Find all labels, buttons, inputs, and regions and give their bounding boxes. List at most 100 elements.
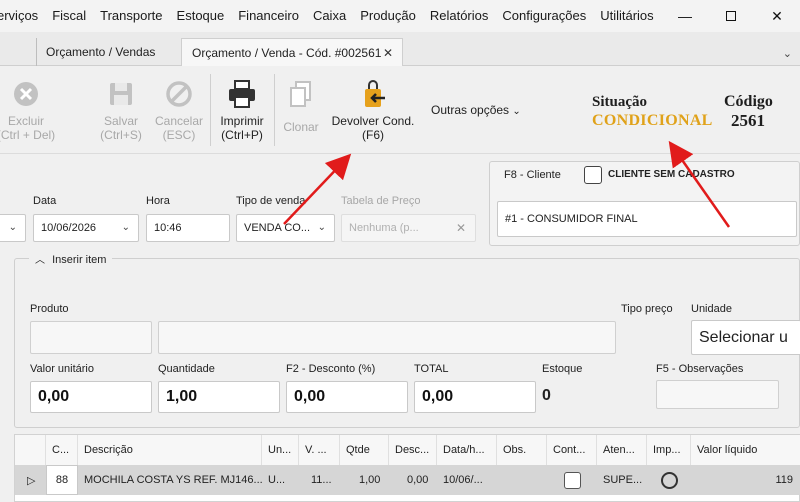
f8-cliente-label: F8 - Cliente (504, 169, 561, 181)
data-field[interactable]: 10/06/2026 ⌄ (33, 214, 139, 242)
estoque-label: Estoque (542, 363, 583, 375)
cliente-sem-cadastro-label: CLIENTE SEM CADASTRO (608, 169, 735, 180)
tab-label: Orçamento / Venda - Cód. #002561 (192, 46, 382, 60)
table-row[interactable]: ▷ 88 MOCHILA COSTA YS REF. MJ146... U...… (15, 465, 800, 495)
observacoes-field[interactable] (656, 380, 779, 409)
quantidade-value: 1,00 (166, 388, 198, 405)
chevron-down-icon[interactable]: ⌄ (783, 47, 792, 60)
tipo-venda-select[interactable]: VENDA CO... ⌄ (236, 214, 335, 242)
quantidade-field[interactable]: 1,00 (158, 381, 280, 413)
impresso-radio-icon[interactable] (660, 471, 678, 489)
quantidade-label: Quantidade (158, 363, 215, 375)
data-value: 10/06/2026 (41, 222, 97, 234)
codigo-value: 2561 (731, 111, 765, 130)
unidade-select[interactable]: Selecionar u (691, 320, 800, 355)
menu-relatorios[interactable]: Relatórios (423, 0, 496, 32)
salvar-shortcut: (Ctrl+S) (100, 128, 142, 142)
table-header-valor[interactable]: V. ... (299, 435, 340, 465)
hora-field[interactable]: 10:46 (146, 214, 230, 242)
vendedor-select[interactable]: ⌄ (0, 214, 26, 242)
table-header-atendente[interactable]: Aten... (597, 435, 647, 465)
cell-obs[interactable] (497, 465, 547, 495)
menu-caixa[interactable]: Caixa (306, 0, 353, 32)
cell-valor-liquido[interactable]: 119 (691, 465, 800, 495)
estoque-value: 0 (542, 387, 551, 404)
cell-atendente[interactable]: SUPE... (597, 465, 647, 495)
table-header-controle[interactable]: Cont... (547, 435, 597, 465)
salvar-button[interactable]: Salvar (Ctrl+S) (96, 76, 146, 142)
tab-orcamento-venda[interactable]: Orçamento / Venda - Cód. #002561 ✕ (181, 38, 403, 67)
tabela-preco-label: Tabela de Preço (341, 195, 421, 207)
situacao-value: CONDICIONAL (592, 112, 713, 129)
close-icon: ✕ (771, 7, 783, 24)
outras-opcoes-dropdown[interactable]: Outras opções ⌄ (431, 103, 521, 117)
cliente-field[interactable]: #1 - CONSUMIDOR FINAL (497, 201, 797, 237)
cell-desconto[interactable]: 0,00 (401, 465, 437, 495)
table-header-descricao[interactable]: Descrição (78, 435, 262, 465)
menu-servicos[interactable]: erviços (0, 0, 45, 32)
clear-icon[interactable]: ✕ (456, 221, 466, 235)
table-header-qtde[interactable]: Qtde (340, 435, 389, 465)
total-label: TOTAL (414, 363, 449, 375)
excluir-shortcut: (Ctrl + Del) (0, 128, 56, 142)
menu-producao[interactable]: Produção (353, 0, 423, 32)
inserir-item-title: Inserir item (52, 254, 107, 266)
cliente-sem-cadastro-checkbox[interactable] (584, 166, 602, 184)
chevron-down-icon: ⌄ (512, 106, 521, 117)
imprimir-button[interactable]: Imprimir (Ctrl+P) (215, 76, 269, 142)
table-header-codigo[interactable]: C... (46, 435, 78, 465)
cell-unidade[interactable]: U... (262, 465, 299, 495)
table-header-obs[interactable]: Obs. (497, 435, 547, 465)
close-tab-icon[interactable]: ✕ (383, 46, 393, 60)
cancelar-button[interactable]: Cancelar (ESC) (152, 76, 206, 142)
cell-data-hora[interactable]: 10/06/... (437, 465, 497, 495)
produto-descricao-field[interactable] (158, 321, 616, 354)
valor-unitario-field[interactable]: 0,00 (30, 381, 152, 413)
cell-valor[interactable]: 11... (305, 465, 340, 495)
table-header-desconto[interactable]: Desc... (389, 435, 437, 465)
table-header-data-hora[interactable]: Data/h... (437, 435, 497, 465)
cell-descricao[interactable]: MOCHILA COSTA YS REF. MJ146... (78, 465, 262, 495)
cliente-panel: F8 - Cliente CLIENTE SEM CADASTRO #1 - C… (489, 161, 800, 246)
devolver-cond-button[interactable]: Devolver Cond. (F6) (330, 76, 416, 142)
menu-utilitarios[interactable]: Utilitários (593, 0, 660, 32)
cell-impresso[interactable] (647, 465, 691, 495)
excluir-button[interactable]: Excluir (Ctrl + Del) (0, 76, 58, 142)
table-header-unidade[interactable]: Un... (262, 435, 299, 465)
tipo-venda-label: Tipo de venda (236, 195, 306, 207)
produto-codigo-field[interactable] (30, 321, 152, 354)
menu-financeiro[interactable]: Financeiro (231, 0, 306, 32)
table-header-impresso[interactable]: Imp... (647, 435, 691, 465)
cell-controle[interactable] (547, 465, 597, 495)
cell-qtde[interactable]: 1,00 (353, 465, 389, 495)
clonar-label: Clonar (283, 120, 319, 134)
items-table: C... Descrição Un... V. ... Qtde Desc...… (14, 434, 800, 502)
desconto-field[interactable]: 0,00 (286, 381, 408, 413)
clonar-button[interactable]: Clonar (279, 76, 323, 134)
imprimir-label: Imprimir (220, 114, 264, 128)
menu-fiscal[interactable]: Fiscal (45, 0, 93, 32)
cliente-value: #1 - CONSUMIDOR FINAL (505, 213, 638, 225)
maximize-button[interactable] (708, 0, 754, 32)
tabela-preco-select[interactable]: Nenhuma (p... ✕ (341, 214, 476, 242)
tab-bar: Orçamento / Vendas Orçamento / Venda - C… (0, 32, 800, 67)
situacao-label: Situação (592, 94, 648, 110)
menu-configuracoes[interactable]: Configurações (495, 0, 593, 32)
data-label: Data (33, 195, 57, 207)
menu-estoque[interactable]: Estoque (170, 0, 232, 32)
tab-orcamento-vendas[interactable]: Orçamento / Vendas (36, 38, 165, 66)
excluir-label: Excluir (7, 114, 44, 128)
outras-label: Outras opções (431, 103, 510, 117)
menu-transporte[interactable]: Transporte (93, 0, 169, 32)
inserir-item-panel: ︿ Inserir item Produto Tipo preço Unidad… (14, 251, 800, 428)
cancel-icon (165, 76, 193, 112)
delete-icon (13, 76, 39, 112)
valor-unitario-label: Valor unitário (30, 363, 94, 375)
minimize-button[interactable]: — (662, 0, 708, 32)
cell-codigo[interactable]: 88 (46, 465, 78, 495)
table-header-valor-liquido[interactable]: Valor líquido (691, 435, 800, 465)
controle-checkbox[interactable] (563, 471, 581, 489)
desconto-label: F2 - Desconto (%) (286, 363, 376, 375)
inserir-item-header[interactable]: ︿ Inserir item (29, 251, 113, 266)
close-window-button[interactable]: ✕ (754, 0, 800, 32)
